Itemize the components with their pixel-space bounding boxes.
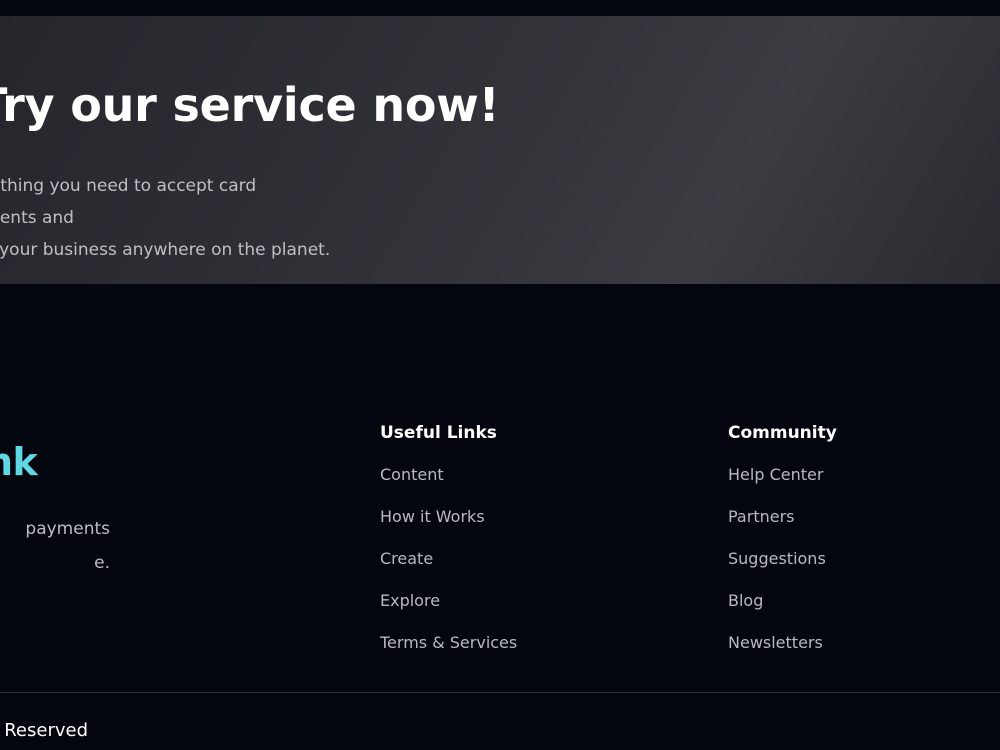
footer-link-blog[interactable]: Blog — [728, 590, 763, 612]
brand-description: payments e. — [25, 519, 110, 573]
useful-links-list: Content How it Works Create Explore Term… — [380, 464, 517, 674]
list-item: Explore — [380, 590, 517, 632]
list-item: Terms & Services — [380, 632, 517, 674]
list-item: Partners — [728, 506, 837, 548]
footer-link-how-it-works[interactable]: How it Works — [380, 506, 485, 528]
list-item: Help Center — [728, 464, 837, 506]
cta-banner: Try our service now! Everything you need… — [0, 16, 1000, 284]
brand-logo[interactable]: nk — [0, 440, 38, 484]
list-item: Content — [380, 464, 517, 506]
community-heading: Community — [728, 423, 837, 443]
footer-link-newsletters[interactable]: Newsletters — [728, 632, 823, 654]
list-item: Suggestions — [728, 548, 837, 590]
footer-link-content[interactable]: Content — [380, 464, 444, 486]
footer-divider — [0, 692, 1000, 693]
footer-link-explore[interactable]: Explore — [380, 590, 440, 612]
list-item: Create — [380, 548, 517, 590]
footer-link-partners[interactable]: Partners — [728, 506, 794, 528]
footer-link-create[interactable]: Create — [380, 548, 433, 570]
footer-link-suggestions[interactable]: Suggestions — [728, 548, 826, 570]
landing-page: Try our service now! Everything you need… — [0, 0, 1000, 750]
useful-links-heading: Useful Links — [380, 423, 497, 443]
community-column: Community Help Center Partners Suggestio… — [728, 420, 837, 674]
list-item: Newsletters — [728, 632, 837, 674]
community-list: Help Center Partners Suggestions Blog Ne… — [728, 464, 837, 674]
cta-description: Everything you need to accept card payme… — [0, 176, 331, 260]
useful-links-column: Useful Links Content How it Works Create… — [380, 420, 517, 674]
footer-link-terms-services[interactable]: Terms & Services — [380, 632, 517, 654]
list-item: How it Works — [380, 506, 517, 548]
cta-title: Try our service now! — [0, 78, 500, 132]
footer-link-help-center[interactable]: Help Center — [728, 464, 823, 486]
copyright-text: Reserved — [4, 720, 88, 741]
list-item: Blog — [728, 590, 837, 632]
